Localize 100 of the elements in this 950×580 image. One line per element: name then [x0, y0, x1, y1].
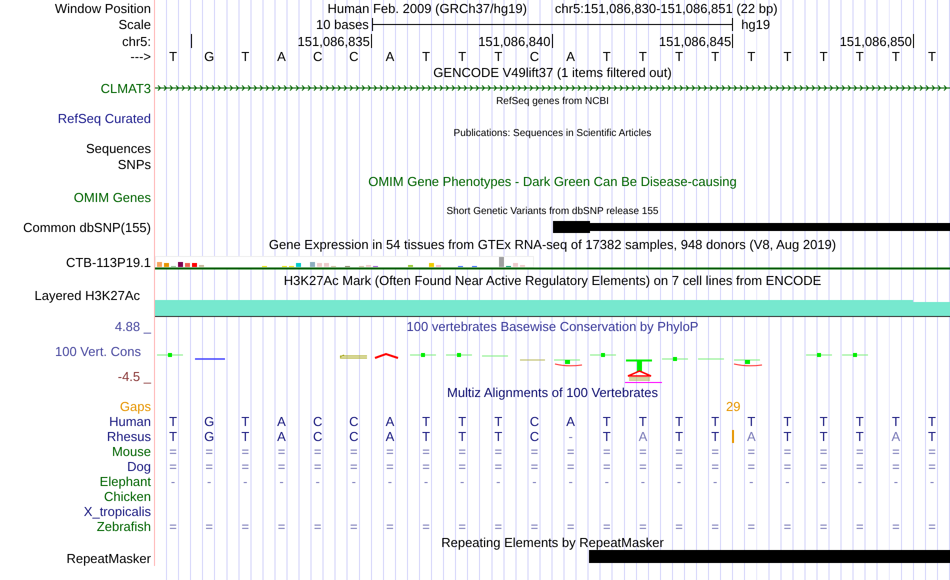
- base-letter: -: [749, 475, 754, 488]
- base-letter: T: [494, 415, 502, 428]
- base-letter: =: [784, 460, 792, 473]
- base-letter: -: [568, 430, 573, 443]
- base-letter: =: [386, 520, 394, 533]
- base-letter: T: [675, 430, 684, 443]
- base-letter: G: [204, 430, 214, 443]
- base-letter: =: [820, 445, 828, 458]
- base-letter: =: [278, 460, 286, 473]
- base-letter: =: [892, 460, 900, 473]
- base-letter: A: [277, 50, 286, 63]
- base-letter: T: [458, 430, 466, 443]
- base-letter: =: [530, 460, 538, 473]
- base-letter: T: [856, 50, 864, 63]
- base-letter: A: [746, 430, 756, 443]
- base-letter: C: [349, 415, 358, 428]
- base-letter: =: [458, 460, 466, 473]
- base-letter: =: [386, 445, 394, 458]
- track-title: Short Genetic Variants from dbSNP release 155: [446, 207, 658, 217]
- base-letter: T: [783, 50, 792, 63]
- species-label: Zebrafish: [96, 520, 151, 533]
- species-label: Elephant: [100, 475, 151, 488]
- row-label: Window Position: [54, 2, 151, 14]
- track-label: SNPs: [118, 158, 151, 170]
- base-letter: =: [928, 520, 936, 533]
- base-letter: =: [494, 460, 502, 473]
- base-letter: C: [312, 415, 322, 428]
- track-label: Layered H3K27Ac: [34, 289, 140, 302]
- species-label: Chicken: [104, 490, 151, 503]
- base-letter: T: [675, 415, 684, 428]
- base-letter: =: [711, 520, 719, 533]
- scale-size: 10 bases: [316, 18, 369, 31]
- base-letter: T: [638, 415, 647, 428]
- base-letter: =: [639, 445, 647, 458]
- track-label: CTB-113P19.1: [66, 256, 151, 268]
- base-letter: =: [566, 520, 574, 533]
- base-letter: -: [713, 475, 718, 488]
- base-letter: =: [169, 460, 177, 473]
- base-letter: T: [458, 415, 466, 428]
- species-label: Mouse: [112, 445, 151, 458]
- base-letter: C: [349, 50, 358, 63]
- assembly-title: Human Feb. 2009 (GRCh37/hg19): [327, 2, 527, 14]
- base-letter: =: [242, 445, 250, 458]
- base-letter: =: [748, 520, 756, 533]
- base-letter: -: [640, 475, 646, 488]
- species-label: Dog: [127, 460, 151, 473]
- track-title: 100 vertebrates Basewise Conservation by PhyloP: [406, 320, 698, 333]
- base-letter: G: [204, 50, 214, 63]
- base-letter: T: [494, 430, 502, 443]
- base-letter: =: [205, 460, 213, 473]
- base-letter: =: [242, 460, 250, 473]
- base-letter: C: [312, 430, 322, 443]
- track-title: GENCODE V49lift37 (1 items filtered out): [433, 66, 672, 79]
- base-letter: -: [532, 475, 537, 488]
- base-letter: T: [602, 50, 611, 63]
- row-label: chr5:: [122, 34, 151, 48]
- base-letter: C: [312, 50, 322, 63]
- base-letter: -: [930, 475, 934, 488]
- base-letter: C: [530, 415, 540, 428]
- position-tick-label: 151,086,850: [840, 34, 914, 48]
- base-letter: -: [568, 475, 573, 488]
- base-letter: C: [530, 50, 540, 63]
- base-letter: -: [207, 475, 212, 488]
- base-letter: T: [856, 430, 864, 443]
- base-letter: =: [350, 460, 358, 473]
- base-letter: T: [928, 415, 936, 428]
- base-letter: -: [424, 475, 428, 488]
- base-letter: T: [820, 430, 828, 443]
- base-letter: =: [205, 520, 213, 533]
- base-letter: =: [856, 445, 864, 458]
- species-label: Human: [109, 415, 151, 428]
- base-letter: =: [458, 445, 466, 458]
- base-letter: -: [676, 475, 682, 488]
- base-letter: T: [422, 50, 430, 63]
- axis-min-label: -4.5 _: [118, 370, 151, 383]
- base-letter: -: [279, 475, 284, 488]
- base-letter: A: [386, 50, 394, 63]
- axis-max-label: 4.88 _: [114, 320, 151, 333]
- base-letter: -: [170, 475, 176, 488]
- base-letter: T: [747, 50, 756, 63]
- base-letter: =: [386, 460, 394, 473]
- base-letter: =: [675, 445, 683, 458]
- base-letter: A: [386, 430, 394, 443]
- base-letter: -: [894, 475, 898, 488]
- base-letter: =: [350, 520, 358, 533]
- base-letter: T: [928, 50, 936, 63]
- base-letter: =: [530, 520, 538, 533]
- base-letter: A: [566, 50, 575, 63]
- base-letter: C: [349, 430, 358, 443]
- base-letter: =: [314, 520, 322, 533]
- base-letter: T: [602, 430, 611, 443]
- track-title: H3K27Ac Mark (Often Found Near Active Regulatory Elements) on 7 cell lines from ENCODE: [284, 274, 822, 286]
- base-letter: -: [460, 475, 464, 488]
- base-letter: T: [856, 415, 864, 428]
- base-letter: A: [277, 415, 286, 428]
- base-letter: =: [784, 445, 792, 458]
- base-letter: -: [243, 475, 248, 488]
- track-label: OMIM Genes: [74, 190, 151, 204]
- base-letter: =: [711, 460, 719, 473]
- base-letter: =: [169, 520, 177, 533]
